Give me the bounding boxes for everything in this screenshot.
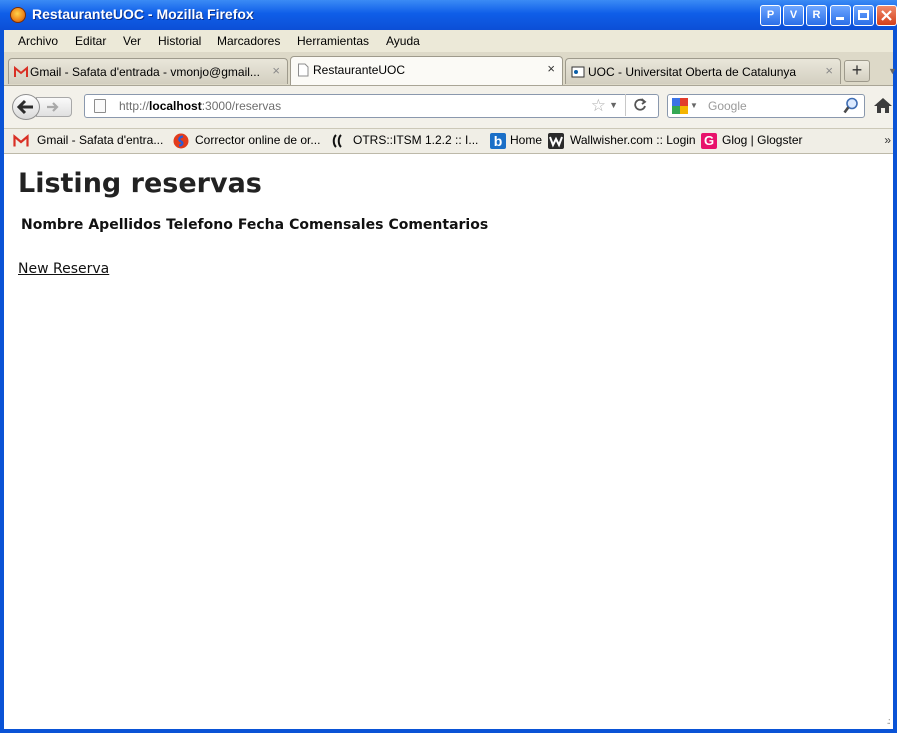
tab-label: RestauranteUOC: [313, 63, 406, 77]
bookmark-gmail[interactable]: Gmail - Safata d'entra...: [37, 133, 163, 147]
otrs-icon: [332, 134, 342, 148]
tab-close-icon[interactable]: ×: [272, 63, 280, 78]
forward-arrow-icon: [47, 102, 59, 112]
bookmark-home[interactable]: Home: [510, 133, 542, 147]
minimize-icon: [836, 17, 844, 20]
new-reserva-link[interactable]: New Reserva: [18, 261, 109, 277]
bookmark-star-icon[interactable]: ☆: [591, 96, 606, 116]
corrector-icon: [173, 133, 189, 149]
reload-icon: [634, 98, 647, 111]
home-icon: [874, 98, 892, 113]
glogster-icon: G: [701, 133, 717, 149]
bookmarks-toolbar: Gmail - Safata d'entra... Corrector onli…: [4, 129, 893, 154]
search-bar[interactable]: ▼ Google: [667, 94, 865, 118]
url-dropdown-icon[interactable]: ▼: [609, 100, 618, 110]
menu-archivo[interactable]: Archivo: [18, 34, 58, 48]
menu-ayuda[interactable]: Ayuda: [386, 34, 420, 48]
menu-bar: Archivo Editar Ver Historial Marcadores …: [4, 30, 893, 53]
gmail-icon: [13, 134, 29, 147]
search-engine-dropdown-icon[interactable]: ▼: [690, 101, 698, 110]
gmail-icon: [14, 65, 28, 77]
minimize-button[interactable]: [830, 5, 851, 26]
table-header-row: Nombre Apellidos Telefono Fecha Comensales Co…: [21, 217, 493, 233]
bookmarks-overflow-icon[interactable]: »: [884, 133, 891, 147]
tab-close-icon[interactable]: ×: [547, 61, 555, 76]
close-icon: [881, 10, 892, 21]
close-button[interactable]: [876, 5, 897, 26]
maximize-button[interactable]: [853, 5, 874, 26]
reload-button[interactable]: [625, 94, 654, 116]
uoc-icon: [571, 66, 585, 78]
search-button[interactable]: [842, 96, 860, 116]
search-input[interactable]: Google: [708, 99, 747, 113]
menu-ver[interactable]: Ver: [123, 34, 141, 48]
p-button[interactable]: P: [760, 5, 781, 26]
back-button[interactable]: [12, 94, 40, 120]
home-button[interactable]: [870, 94, 896, 118]
forward-button[interactable]: [36, 97, 72, 117]
column-header-apellidos: Apellidos: [88, 217, 162, 233]
new-tab-button[interactable]: +: [844, 60, 870, 82]
bookmark-wallwisher[interactable]: Wallwisher.com :: Login: [570, 133, 696, 147]
r-button[interactable]: R: [806, 5, 827, 26]
menu-marcadores[interactable]: Marcadores: [217, 34, 280, 48]
tab-gmail[interactable]: Gmail - Safata d'entrada - vmonjo@gmail.…: [8, 58, 288, 84]
menu-historial[interactable]: Historial: [158, 34, 201, 48]
search-icon: [843, 97, 858, 114]
page-icon: [298, 63, 309, 77]
tab-list-icon[interactable]: ▼: [888, 66, 897, 76]
b-icon: b: [490, 133, 506, 149]
maximize-icon: [858, 10, 869, 20]
bookmark-corrector[interactable]: Corrector online de or...: [195, 133, 320, 147]
menu-editar[interactable]: Editar: [75, 34, 106, 48]
tab-label: UOC - Universitat Oberta de Catalunya: [588, 65, 797, 79]
column-header-telefono: Telefono: [166, 217, 233, 233]
wallwisher-icon: [548, 133, 564, 149]
page-icon: [94, 99, 106, 113]
page-title: Listing reservas: [18, 168, 262, 199]
back-arrow-icon: [16, 99, 33, 115]
column-header-comensales: Comensales: [289, 217, 384, 233]
google-icon[interactable]: [672, 98, 688, 114]
column-header-nombre: Nombre: [21, 217, 84, 233]
tab-label: Gmail - Safata d'entrada - vmonjo@gmail.…: [30, 65, 260, 79]
window-title: RestauranteUOC - Mozilla Firefox: [32, 6, 254, 22]
page-content: Listing reservas Nombre Apellidos Telefono…: [4, 154, 893, 729]
column-header-fecha: Fecha: [237, 217, 285, 233]
bookmark-otrs[interactable]: OTRS::ITSM 1.2.2 :: I...: [353, 133, 478, 147]
firefox-icon: [10, 7, 26, 23]
resize-grip-icon[interactable]: .:: [886, 716, 890, 727]
back-forward-group: [12, 94, 76, 120]
tab-restauranteuoc[interactable]: RestauranteUOC ×: [290, 56, 563, 85]
navigation-bar: http://localhost:3000/reservas ☆ ▼ ▼ Goo…: [4, 86, 893, 129]
tab-strip: Gmail - Safata d'entrada - vmonjo@gmail.…: [4, 52, 897, 86]
bookmark-glogster[interactable]: Glog | Glogster: [722, 133, 802, 147]
url-text: http://localhost:3000/reservas: [119, 99, 282, 113]
tab-close-icon[interactable]: ×: [825, 63, 833, 78]
column-header-comentarios: Comentarios: [388, 217, 489, 233]
tab-uoc[interactable]: UOC - Universitat Oberta de Catalunya ×: [565, 58, 841, 84]
url-bar[interactable]: http://localhost:3000/reservas ☆ ▼: [84, 94, 659, 118]
browser-window: RestauranteUOC - Mozilla Firefox P V R A…: [0, 0, 897, 733]
title-bar[interactable]: RestauranteUOC - Mozilla Firefox P V R: [0, 0, 897, 30]
menu-herramientas[interactable]: Herramientas: [297, 34, 369, 48]
v-button[interactable]: V: [783, 5, 804, 26]
